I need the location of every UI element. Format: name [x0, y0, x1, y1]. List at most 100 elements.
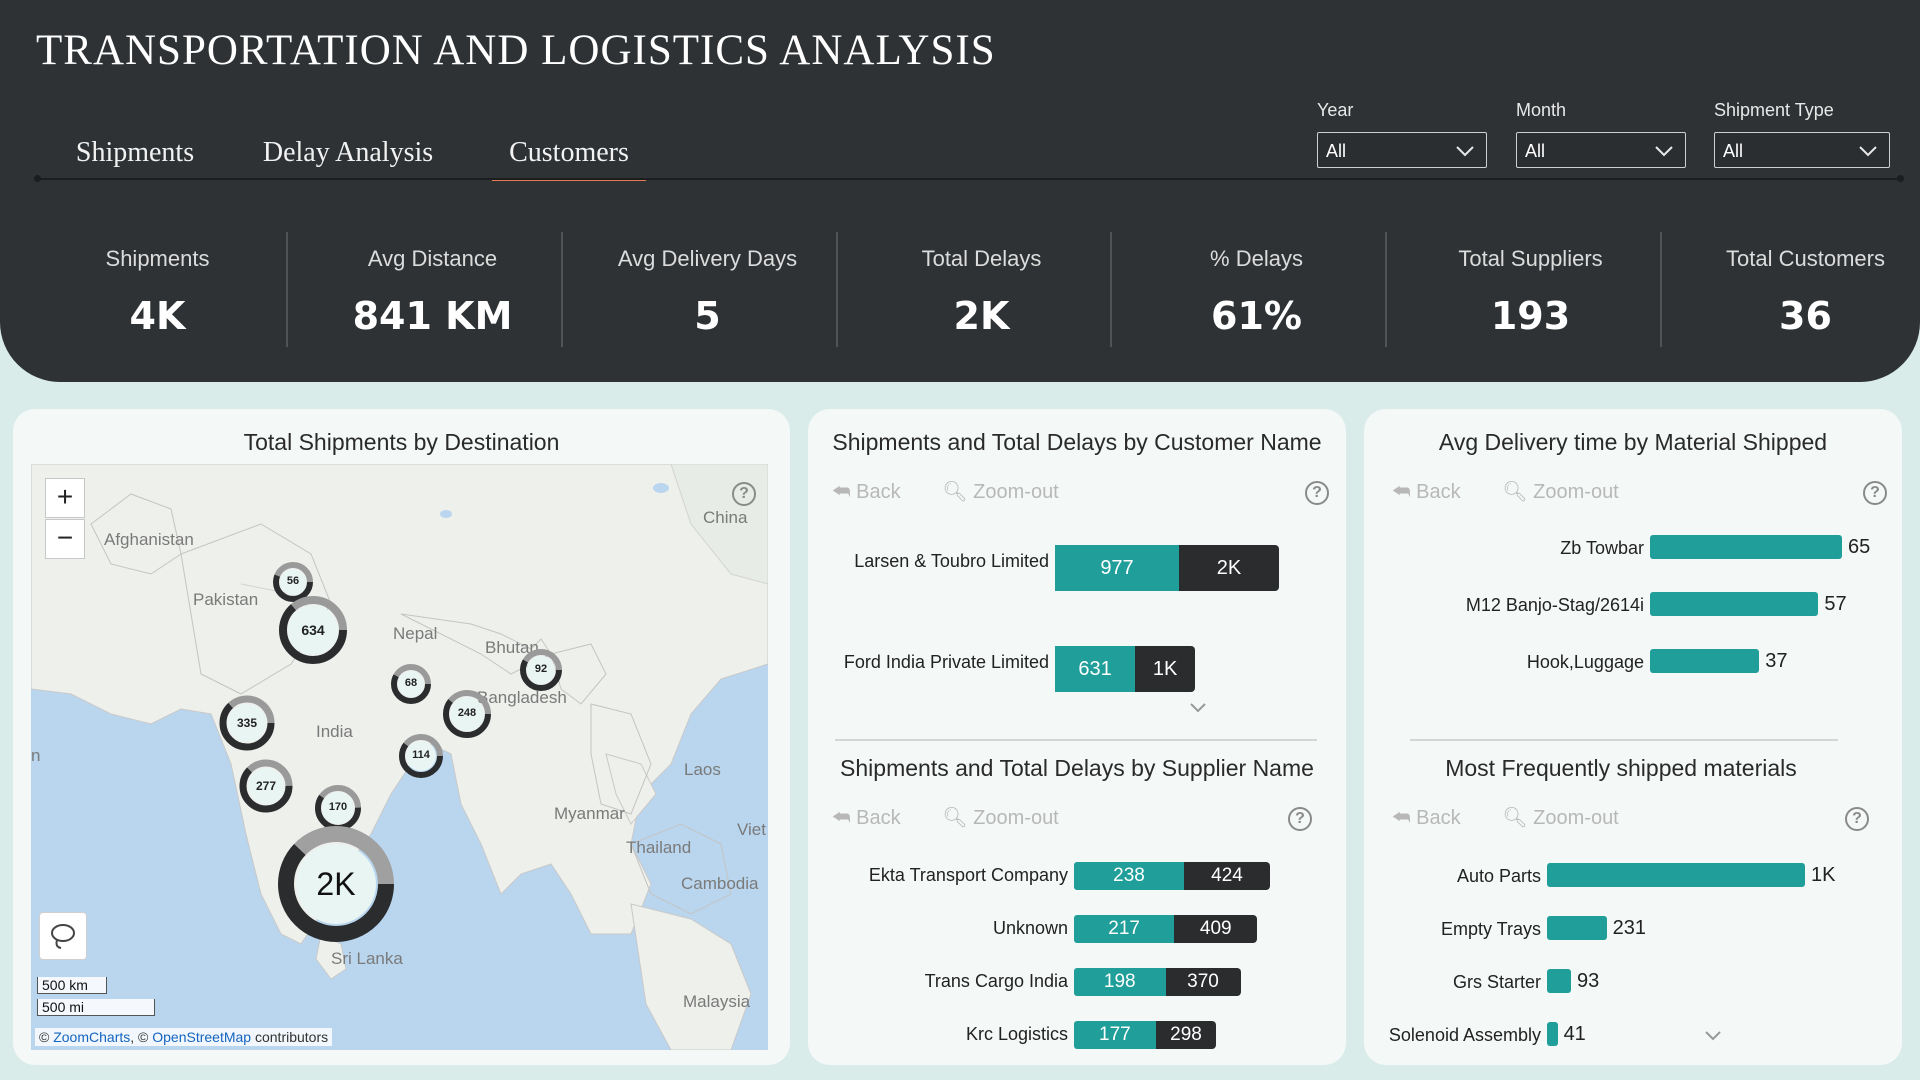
kpi-label: Avg Delivery Days: [617, 246, 798, 271]
filter-month-label: Month: [1516, 100, 1567, 120]
kpi-value: 841 KM: [352, 294, 513, 338]
kpi-label: Shipments: [105, 246, 210, 271]
kpi-label: Total Delays: [921, 246, 1042, 271]
kpi-value: 2K: [953, 294, 1010, 338]
kpi-value: 4K: [129, 294, 186, 338]
destination-map[interactable]: Afghanistan Pakistan Nepal Bhutan Bangla…: [31, 464, 768, 1050]
frequent-material-label: Solenoid Assembly: [1388, 1025, 1541, 1045]
map-zoom-out-button[interactable]: −: [45, 519, 85, 559]
kpi-total-delays: Total Delays 2K: [844, 220, 1119, 350]
frequent-material-label: Grs Starter: [1452, 972, 1541, 992]
frequent-bar-chart: Auto Parts 1K Empty Trays 231 Grs Starter 93 S…: [1364, 409, 1902, 1065]
kpi-label: Avg Distance: [367, 246, 498, 271]
kpi-separator: [1385, 232, 1387, 347]
chevron-down-icon: [1655, 146, 1673, 157]
tab-customers[interactable]: Customers: [492, 128, 646, 181]
middle-card: Shipments and Total Delays by Customer N…: [808, 409, 1346, 1065]
frequent-value-label: 231: [1612, 917, 1646, 939]
cluster-label: 170: [328, 801, 348, 813]
kpi-label: Total Customers: [1726, 246, 1885, 271]
cluster-label: 2K: [316, 866, 356, 902]
header-panel: TRANSPORTATION AND LOGISTICS ANALYSIS Sh…: [0, 0, 1920, 382]
filter-shipment-type: Shipment Type All: [1714, 100, 1890, 168]
lasso-select-button[interactable]: [39, 912, 87, 960]
frequent-material-bar[interactable]: [1547, 863, 1805, 887]
cluster-label: 92: [534, 663, 548, 675]
shipment-type-dropdown[interactable]: All: [1714, 132, 1890, 168]
month-dropdown-value: All: [1525, 141, 1546, 161]
supplier-name-label: Trans Cargo India: [924, 971, 1068, 991]
suppliers-bar-chart: Ekta Transport Company 238 424 Unknown 217 40…: [808, 409, 1346, 1065]
year-dropdown[interactable]: All: [1317, 132, 1487, 168]
supplier-shipments-bar[interactable]: 238: [1074, 862, 1184, 890]
supplier-delays-bar[interactable]: 370: [1165, 968, 1241, 996]
kpi-value: 193: [1490, 294, 1571, 338]
month-dropdown[interactable]: All: [1516, 132, 1686, 168]
page-title: TRANSPORTATION AND LOGISTICS ANALYSIS: [36, 27, 996, 74]
filter-year: Year All: [1317, 100, 1487, 168]
map-scale-mi: 500 mi: [37, 999, 155, 1016]
cluster-label: 68: [404, 677, 418, 689]
frequent-material-label: Auto Parts: [1456, 866, 1541, 886]
supplier-name-label: Ekta Transport Company: [868, 865, 1068, 885]
supplier-shipments-bar[interactable]: 177: [1074, 1021, 1156, 1049]
kpi-shipments: Shipments 4K: [20, 220, 295, 350]
frequent-material-bar[interactable]: [1547, 1022, 1558, 1046]
lasso-icon: [51, 924, 75, 949]
supplier-shipments-bar[interactable]: 217: [1074, 915, 1175, 943]
cluster-label: 277: [255, 779, 277, 793]
supplier-name-label: Krc Logistics: [965, 1024, 1068, 1044]
chevron-down-icon: [1859, 146, 1877, 157]
filter-year-label: Year: [1317, 100, 1354, 120]
map-zoom-in-button[interactable]: +: [45, 478, 85, 518]
openstreetmap-link[interactable]: OpenStreetMap: [152, 1029, 251, 1045]
attrib-suffix: contributors: [254, 1029, 329, 1045]
kpi-avg-distance: Avg Distance 841 KM: [295, 220, 570, 350]
zoomcharts-link[interactable]: ZoomCharts: [53, 1029, 130, 1045]
supplier-shipments-bar[interactable]: 198: [1074, 968, 1166, 996]
attrib-prefix: ©: [39, 1029, 50, 1045]
map-title: Total Shipments by Destination: [243, 429, 560, 455]
attrib-mid: , ©: [130, 1029, 149, 1045]
cluster-label: 335: [236, 716, 258, 730]
kpi-total-customers: Total Customers 36: [1668, 220, 1920, 350]
tab-divider: [34, 175, 1904, 182]
kpi-total-suppliers: Total Suppliers 193: [1393, 220, 1668, 350]
supplier-delays-bar[interactable]: 409: [1174, 915, 1258, 943]
frequent-material-bar[interactable]: [1547, 969, 1571, 993]
kpi-avg-delivery-days: Avg Delivery Days 5: [570, 220, 845, 350]
tab-delay-analysis[interactable]: Delay Analysis: [258, 128, 438, 178]
cluster-label: 634: [301, 622, 325, 638]
help-icon[interactable]: ?: [732, 482, 756, 506]
frequent-material-bar[interactable]: [1547, 916, 1607, 940]
filter-month: Month All: [1516, 100, 1686, 168]
cluster-label: 248: [457, 707, 477, 719]
cluster-label: 56: [286, 575, 300, 587]
frequent-value-label: 1K: [1811, 864, 1836, 886]
kpi-separator: [1660, 232, 1662, 347]
filter-shipment-type-label: Shipment Type: [1714, 100, 1834, 120]
right-card: Avg Delivery time by Material Shipped ⮪ …: [1364, 409, 1902, 1065]
frequent-material-label: Empty Trays: [1440, 919, 1541, 939]
tab-shipments[interactable]: Shipments: [70, 128, 200, 178]
kpi-label: % Delays: [1210, 246, 1303, 271]
chevron-down-icon: [1456, 146, 1474, 157]
kpi-value: 36: [1779, 294, 1832, 338]
map-scale-km: 500 km: [37, 977, 107, 994]
kpi-value: 5: [694, 294, 721, 338]
kpi-separator: [561, 232, 563, 347]
frequent-value-label: 41: [1563, 1023, 1586, 1045]
supplier-delays-bar[interactable]: 298: [1155, 1021, 1217, 1049]
cluster-label: 114: [412, 749, 430, 761]
kpi-label: Total Suppliers: [1458, 246, 1603, 271]
map-clusters: [219, 562, 562, 942]
scroll-down-icon[interactable]: [1701, 1025, 1725, 1045]
supplier-delays-bar[interactable]: 424: [1184, 862, 1270, 890]
kpi-value: 61%: [1211, 294, 1302, 338]
supplier-name-label: Unknown: [992, 918, 1068, 938]
kpi-separator: [836, 232, 838, 347]
kpi-separator: [286, 232, 288, 347]
kpi-row: Shipments 4K Avg Distance 841 KM Avg Del…: [20, 220, 1900, 350]
frequent-value-label: 93: [1576, 970, 1600, 992]
map-attribution: © ZoomCharts, © OpenStreetMap contributo…: [35, 1028, 333, 1046]
